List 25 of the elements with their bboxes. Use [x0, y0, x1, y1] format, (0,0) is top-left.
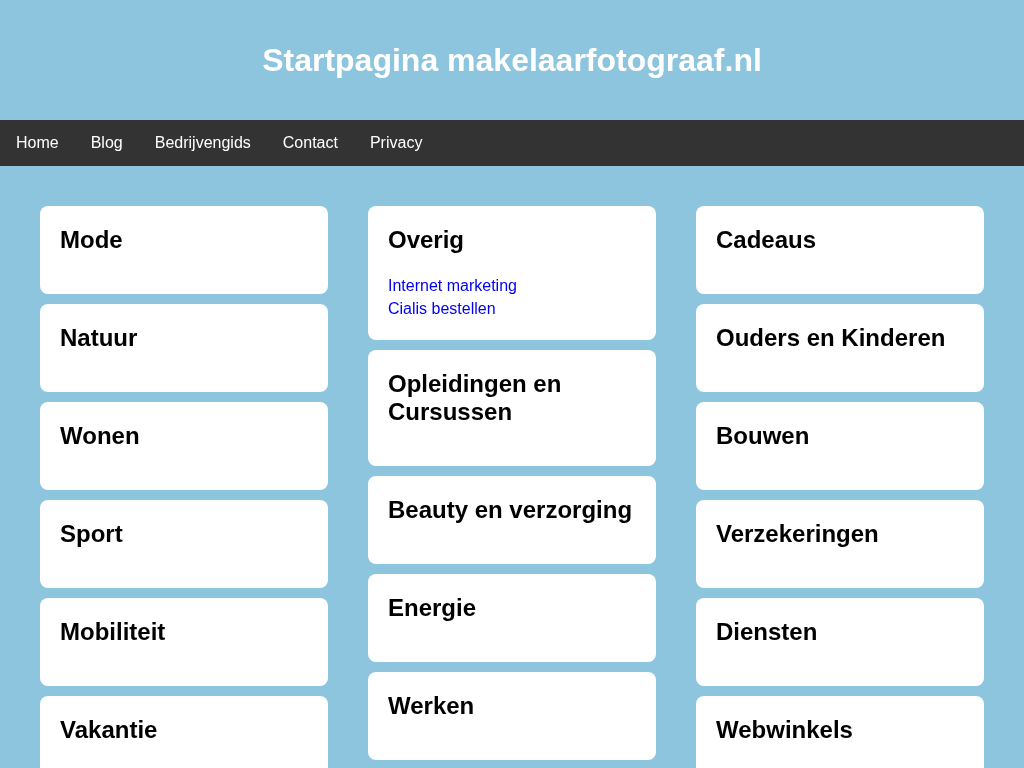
category-title: Webwinkels	[716, 716, 854, 744]
nav-link[interactable]: Blog	[90, 134, 123, 152]
category-title: Werken	[388, 692, 476, 720]
site-title: Startpagina makelaarfotograaf.nl	[262, 41, 762, 79]
category-title: Overig	[388, 226, 466, 254]
category-title: Mobiliteit	[60, 618, 167, 646]
category-link[interactable]: Cialis bestellen	[388, 297, 496, 320]
nav-link[interactable]: Privacy	[369, 134, 423, 152]
category-title: Mode	[60, 226, 124, 254]
category-title: Bouwen	[716, 422, 811, 450]
nav-link[interactable]: Bedrijvengids	[154, 134, 251, 152]
category-title: Vakantie	[60, 716, 159, 744]
nav-link[interactable]: Contact	[282, 134, 338, 152]
category-title: Ouders en Kinderen	[716, 324, 947, 352]
category-title: Beauty en verzorging	[388, 496, 634, 524]
category-link[interactable]: Internet marketing	[388, 274, 517, 297]
category-title: Natuur	[60, 324, 139, 352]
category-title: Diensten	[716, 618, 819, 646]
category-title: Verzekeringen	[716, 520, 880, 548]
category-title: Cadeaus	[716, 226, 818, 254]
category-title: Wonen	[60, 422, 141, 450]
nav-link[interactable]: Home	[16, 134, 59, 152]
category-title: Opleidingen en Cursussen	[388, 370, 563, 426]
category-title: Sport	[60, 520, 124, 548]
category-title: Energie	[388, 594, 478, 622]
